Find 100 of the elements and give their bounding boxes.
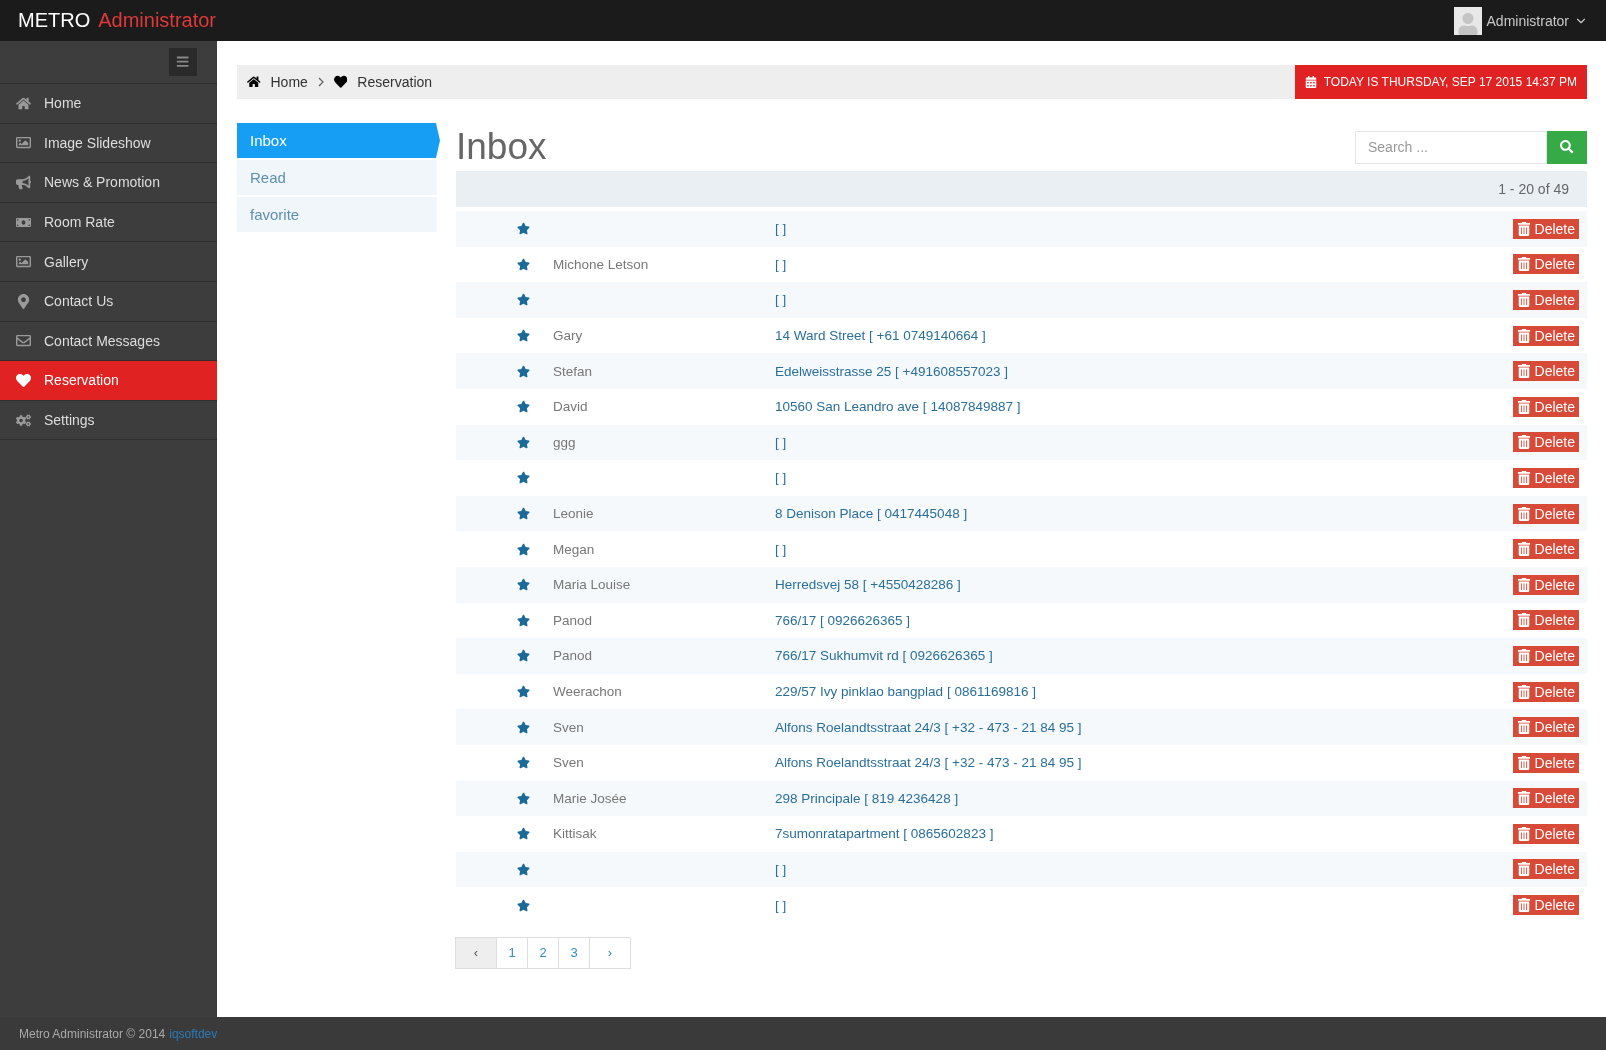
sidebar-item[interactable]: Image Slideshow bbox=[0, 123, 217, 164]
folder-tab[interactable]: favorite bbox=[237, 197, 437, 232]
folder-tab[interactable]: Inbox bbox=[237, 123, 440, 158]
sidebar-item[interactable]: News & Promotion bbox=[0, 163, 217, 203]
contact-link[interactable]: [ ] bbox=[775, 541, 1513, 557]
delete-button[interactable]: Delete bbox=[1512, 218, 1579, 239]
copyright-text: Metro Administrator © 2014 bbox=[19, 1026, 166, 1041]
breadcrumb-link[interactable]: Home bbox=[270, 74, 308, 90]
sidebar-item[interactable]: Contact Us bbox=[0, 281, 217, 322]
delete-button[interactable]: Delete bbox=[1512, 574, 1579, 595]
contact-link[interactable]: 298 Principale [ 819 4236428 ] bbox=[775, 790, 1513, 806]
search-button[interactable] bbox=[1547, 130, 1587, 164]
contact-link[interactable]: 766/17 [ 0926626365 ] bbox=[775, 612, 1513, 628]
star-icon[interactable] bbox=[517, 471, 530, 485]
contact-link[interactable]: 14 Ward Street [ +61 0749140664 ] bbox=[775, 328, 1513, 344]
trash-icon bbox=[1516, 221, 1531, 236]
sidebar-item[interactable]: Room Rate bbox=[0, 202, 217, 243]
contact-link[interactable]: [ ] bbox=[775, 256, 1513, 272]
star-icon[interactable] bbox=[517, 507, 530, 521]
star-icon[interactable] bbox=[517, 863, 530, 876]
contact-link[interactable]: 8 Denison Place [ 0417445048 ] bbox=[775, 506, 1513, 522]
contact-link[interactable]: [ ] bbox=[775, 897, 1513, 913]
chevron-right-icon bbox=[317, 76, 324, 87]
sidebar-item[interactable]: Home bbox=[0, 84, 217, 124]
breadcrumb-link[interactable]: Reservation bbox=[357, 74, 433, 90]
contact-link[interactable]: [ ] bbox=[775, 221, 1513, 237]
contact-link[interactable]: Edelweisstrasse 25 [ +491608557023 ] bbox=[775, 363, 1513, 379]
delete-button[interactable]: Delete bbox=[1512, 539, 1579, 560]
delete-button[interactable]: Delete bbox=[1512, 432, 1579, 453]
delete-button[interactable]: Delete bbox=[1512, 895, 1579, 916]
guest-name: Leonie bbox=[553, 506, 594, 522]
contact-link[interactable]: [ ] bbox=[775, 470, 1513, 486]
delete-button[interactable]: Delete bbox=[1512, 396, 1579, 417]
delete-button[interactable]: Delete bbox=[1512, 290, 1579, 310]
delete-button[interactable]: Delete bbox=[1512, 823, 1579, 844]
star-icon[interactable] bbox=[517, 542, 530, 556]
delete-button[interactable]: Delete bbox=[1512, 361, 1579, 382]
trash-icon bbox=[1516, 648, 1531, 663]
star-icon[interactable] bbox=[517, 898, 530, 912]
user-menu[interactable]: Administrator bbox=[1486, 12, 1569, 29]
contact-link[interactable]: 229/57 Ivy pinklao bangplad [ 0861169816 ] bbox=[775, 684, 1513, 699]
star-icon[interactable] bbox=[517, 400, 530, 414]
star-icon[interactable] bbox=[517, 257, 530, 271]
delete-button[interactable]: Delete bbox=[1512, 788, 1579, 809]
contact-link[interactable]: Alfons Roelandtsstraat 24/3 [ +32 - 473 - 21 84 95 ] bbox=[775, 755, 1513, 771]
guest-name: Gary bbox=[553, 328, 583, 344]
star-icon[interactable] bbox=[517, 293, 530, 307]
guest-name: Weerachon bbox=[553, 684, 622, 699]
trash-icon bbox=[1516, 720, 1531, 735]
page-number-button[interactable]: 2 bbox=[527, 936, 559, 969]
sidebar-item[interactable]: Gallery bbox=[0, 242, 217, 282]
star-icon[interactable] bbox=[517, 649, 530, 663]
star-icon[interactable] bbox=[517, 791, 530, 805]
search-field[interactable]: Search ... bbox=[1355, 130, 1547, 164]
delete-button[interactable]: Delete bbox=[1512, 610, 1579, 631]
star-icon[interactable] bbox=[517, 222, 530, 236]
star-icon[interactable] bbox=[517, 578, 530, 592]
delete-button[interactable]: Delete bbox=[1512, 752, 1579, 773]
delete-button[interactable]: Delete bbox=[1512, 645, 1579, 666]
trash-icon bbox=[1516, 293, 1531, 307]
page-number-button[interactable]: 3 bbox=[558, 936, 590, 969]
contact-link[interactable]: [ ] bbox=[775, 862, 1513, 877]
star-icon[interactable] bbox=[517, 827, 530, 841]
star-icon[interactable] bbox=[517, 364, 530, 378]
star-icon[interactable] bbox=[517, 613, 530, 627]
star-icon[interactable] bbox=[517, 329, 530, 343]
trash-icon bbox=[1516, 364, 1531, 379]
guest-name: Kittisak bbox=[553, 826, 597, 842]
sidebar-item[interactable]: Settings bbox=[0, 400, 217, 441]
guest-name: Michone Letson bbox=[553, 256, 649, 272]
delete-button[interactable]: Delete bbox=[1512, 717, 1579, 738]
star-icon[interactable] bbox=[517, 756, 530, 770]
menu-toggle-button[interactable] bbox=[169, 48, 197, 76]
contact-link[interactable]: 766/17 Sukhumvit rd [ 0926626365 ] bbox=[775, 648, 1513, 664]
sidebar-item[interactable]: Reservation bbox=[0, 361, 217, 401]
avatar-icon[interactable] bbox=[1453, 6, 1482, 35]
star-icon[interactable] bbox=[517, 435, 530, 449]
contact-link[interactable]: Herredsvej 58 [ +4550428286 ] bbox=[775, 577, 1513, 593]
guest-name: Stefan bbox=[553, 363, 593, 379]
contact-link[interactable]: [ ] bbox=[775, 434, 1513, 450]
guest-name: ggg bbox=[553, 434, 576, 450]
star-icon[interactable] bbox=[517, 720, 530, 734]
star-icon[interactable] bbox=[517, 685, 530, 698]
delete-button[interactable]: Delete bbox=[1512, 254, 1579, 275]
delete-button[interactable]: Delete bbox=[1512, 503, 1579, 524]
next-page-button[interactable]: › bbox=[589, 936, 631, 969]
heart-icon bbox=[333, 75, 348, 89]
trash-icon bbox=[1516, 506, 1531, 521]
trash-icon bbox=[1516, 257, 1531, 272]
page-number-button[interactable]: 1 bbox=[496, 936, 528, 969]
delete-button[interactable]: Delete bbox=[1512, 325, 1579, 346]
contact-link[interactable]: [ ] bbox=[775, 292, 1513, 308]
contact-link[interactable]: 7sumonratapartment [ 0865602823 ] bbox=[775, 826, 1513, 842]
delete-button[interactable]: Delete bbox=[1512, 859, 1579, 880]
delete-button[interactable]: Delete bbox=[1512, 467, 1579, 488]
folder-tab[interactable]: Read bbox=[237, 160, 437, 195]
contact-link[interactable]: 10560 San Leandro ave [ 14087849887 ] bbox=[775, 399, 1513, 415]
delete-button[interactable]: Delete bbox=[1512, 681, 1579, 702]
contact-link[interactable]: Alfons Roelandtsstraat 24/3 [ +32 - 473 - 21 84 95 ] bbox=[775, 719, 1513, 735]
brand-logo: METRO bbox=[18, 9, 91, 32]
